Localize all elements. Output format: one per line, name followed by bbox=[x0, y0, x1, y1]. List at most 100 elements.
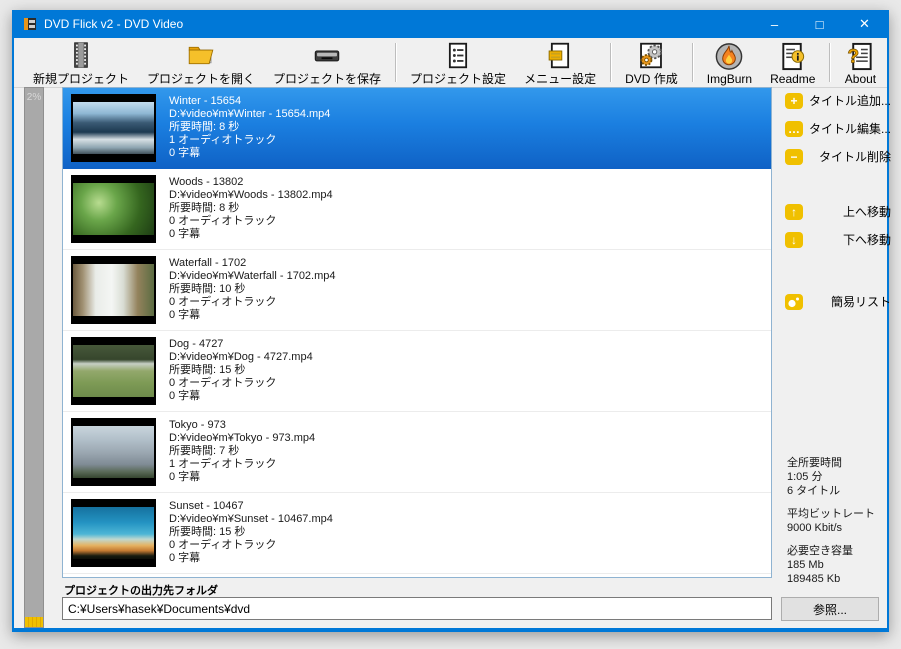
title-row-tokyo[interactable]: Tokyo - 973 D:¥video¥m¥Tokyo - 973.mp4 所… bbox=[63, 412, 771, 493]
video-thumbnail bbox=[71, 256, 156, 324]
video-thumbnail bbox=[71, 337, 156, 405]
toolbar-button-label: Readme bbox=[770, 72, 815, 86]
new-project-button[interactable]: 新規プロジェクト bbox=[24, 40, 138, 87]
open-project-button[interactable]: プロジェクトを開く bbox=[138, 40, 264, 87]
toolbar-button-label: プロジェクト設定 bbox=[410, 70, 506, 87]
app-logo-icon bbox=[22, 16, 38, 32]
toolbar-button-label: プロジェクトを保存 bbox=[273, 70, 381, 87]
video-thumbnail bbox=[71, 418, 156, 486]
titlebar: DVD Flick v2 - DVD Video – □ ✕ bbox=[14, 10, 887, 38]
capacity-percent-label: 2% bbox=[25, 92, 43, 103]
title-subtitles: 0 字幕 bbox=[169, 471, 315, 484]
required-space-kb: 189485 Kb bbox=[787, 572, 891, 586]
toolbar: 新規プロジェクト プロジェクトを開く プロジェクトを保存 bbox=[14, 38, 887, 88]
save-project-button[interactable]: プロジェクトを保存 bbox=[264, 40, 390, 87]
menu-settings-button[interactable]: メニュー設定 bbox=[515, 40, 605, 87]
capacity-fill-bar bbox=[25, 617, 43, 627]
toolbar-separator bbox=[829, 43, 830, 82]
about-button[interactable]: ? About bbox=[835, 40, 885, 87]
imgburn-button[interactable]: ImgBurn bbox=[698, 40, 761, 87]
title-row-dog[interactable]: Dog - 4727 D:¥video¥m¥Dog - 4727.mp4 所要時… bbox=[63, 331, 771, 412]
minimize-button[interactable]: – bbox=[752, 10, 797, 38]
simple-list-button[interactable]: 簡易リスト bbox=[785, 293, 891, 310]
output-folder-input[interactable] bbox=[62, 597, 772, 620]
disc-capacity-meter: 2% bbox=[24, 87, 44, 628]
move-down-button[interactable]: ↓ 下へ移動 bbox=[785, 231, 891, 248]
title-count-value: 6 タイトル bbox=[787, 484, 891, 498]
title-row-woods[interactable]: Woods - 13802 D:¥video¥m¥Woods - 13802.m… bbox=[63, 169, 771, 250]
action-label: 下へ移動 bbox=[843, 231, 891, 248]
toolbar-separator bbox=[692, 43, 693, 82]
action-label: 上へ移動 bbox=[843, 203, 891, 220]
title-duration: 所要時間: 15 秒 bbox=[169, 364, 313, 377]
about-icon: ? bbox=[844, 41, 876, 72]
title-name: Sunset - 10467 bbox=[169, 500, 333, 513]
output-folder-label: プロジェクトの出力先フォルダ bbox=[64, 582, 218, 598]
title-audio-tracks: 0 オーディオトラック bbox=[169, 377, 313, 390]
project-stats: 全所要時間 1:05 分 6 タイトル 平均ビットレート 9000 Kbit/s… bbox=[787, 456, 891, 595]
video-thumbnail bbox=[71, 499, 156, 567]
title-audio-tracks: 0 オーディオトラック bbox=[169, 296, 336, 309]
title-path: D:¥video¥m¥Waterfall - 1702.mp4 bbox=[169, 270, 336, 283]
title-name: Waterfall - 1702 bbox=[169, 257, 336, 270]
action-sidebar: + タイトル追加... … タイトル編集... − タイトル削除 ↑ 上へ移動 … bbox=[785, 92, 891, 321]
title-path: D:¥video¥m¥Tokyo - 973.mp4 bbox=[169, 432, 315, 445]
title-subtitles: 0 字幕 bbox=[169, 228, 333, 241]
toolbar-button-label: DVD 作成 bbox=[625, 70, 678, 87]
toolbar-button-label: 新規プロジェクト bbox=[33, 70, 129, 87]
toolbar-button-label: About bbox=[845, 72, 876, 86]
toolbar-button-label: プロジェクトを開く bbox=[147, 70, 255, 87]
app-window: DVD Flick v2 - DVD Video – □ ✕ 新規プロ bbox=[12, 10, 889, 632]
readme-button[interactable]: Readme bbox=[761, 40, 824, 87]
title-name: Winter - 15654 bbox=[169, 95, 330, 108]
bitrate-label: 平均ビットレート bbox=[787, 507, 891, 521]
save-project-icon bbox=[311, 41, 343, 70]
title-duration: 所要時間: 8 秒 bbox=[169, 202, 333, 215]
video-thumbnail bbox=[71, 175, 156, 243]
title-duration: 所要時間: 8 秒 bbox=[169, 121, 330, 134]
toolbar-separator bbox=[610, 43, 611, 82]
ellipsis-icon: … bbox=[785, 121, 803, 137]
add-title-button[interactable]: + タイトル追加... bbox=[785, 92, 891, 109]
title-duration: 所要時間: 10 秒 bbox=[169, 283, 336, 296]
title-audio-tracks: 1 オーディオトラック bbox=[169, 134, 330, 147]
edit-title-button[interactable]: … タイトル編集... bbox=[785, 120, 891, 137]
title-duration: 所要時間: 15 秒 bbox=[169, 526, 333, 539]
new-project-icon bbox=[65, 41, 97, 70]
move-up-button[interactable]: ↑ 上へ移動 bbox=[785, 203, 891, 220]
action-label: 簡易リスト bbox=[831, 293, 891, 310]
title-audio-tracks: 0 オーディオトラック bbox=[169, 215, 333, 228]
dot-list-icon bbox=[785, 294, 803, 310]
title-subtitles: 0 字幕 bbox=[169, 147, 330, 160]
title-path: D:¥video¥m¥Woods - 13802.mp4 bbox=[169, 189, 333, 202]
title-duration: 所要時間: 7 秒 bbox=[169, 445, 315, 458]
project-settings-icon bbox=[442, 41, 474, 70]
required-space-label: 必要空き容量 bbox=[787, 544, 891, 558]
arrow-up-icon: ↑ bbox=[785, 204, 803, 220]
browse-button[interactable]: 参照... bbox=[781, 597, 879, 621]
create-dvd-icon bbox=[635, 41, 667, 70]
action-label: タイトル編集... bbox=[809, 120, 891, 137]
arrow-down-icon: ↓ bbox=[785, 232, 803, 248]
title-subtitles: 0 字幕 bbox=[169, 309, 336, 322]
delete-title-button[interactable]: − タイトル削除 bbox=[785, 148, 891, 165]
title-name: Woods - 13802 bbox=[169, 176, 333, 189]
close-button[interactable]: ✕ bbox=[842, 10, 887, 38]
window-title: DVD Flick v2 - DVD Video bbox=[44, 17, 183, 31]
bitrate-value: 9000 Kbit/s bbox=[787, 521, 891, 535]
title-path: D:¥video¥m¥Sunset - 10467.mp4 bbox=[169, 513, 333, 526]
title-name: Dog - 4727 bbox=[169, 338, 313, 351]
action-label: タイトル削除 bbox=[819, 148, 891, 165]
required-space-mb: 185 Mb bbox=[787, 558, 891, 572]
title-row-waterfall[interactable]: Waterfall - 1702 D:¥video¥m¥Waterfall - … bbox=[63, 250, 771, 331]
action-label: タイトル追加... bbox=[809, 92, 891, 109]
svg-text:?: ? bbox=[848, 45, 860, 67]
title-row-winter[interactable]: Winter - 15654 D:¥video¥m¥Winter - 15654… bbox=[63, 88, 771, 169]
create-dvd-button[interactable]: DVD 作成 bbox=[616, 40, 687, 87]
title-row-sunset[interactable]: Sunset - 10467 D:¥video¥m¥Sunset - 10467… bbox=[63, 493, 771, 574]
maximize-button[interactable]: □ bbox=[797, 10, 842, 38]
toolbar-button-label: ImgBurn bbox=[707, 72, 752, 86]
total-duration-value: 1:05 分 bbox=[787, 470, 891, 484]
project-settings-button[interactable]: プロジェクト設定 bbox=[401, 40, 515, 87]
open-project-icon bbox=[185, 41, 217, 70]
